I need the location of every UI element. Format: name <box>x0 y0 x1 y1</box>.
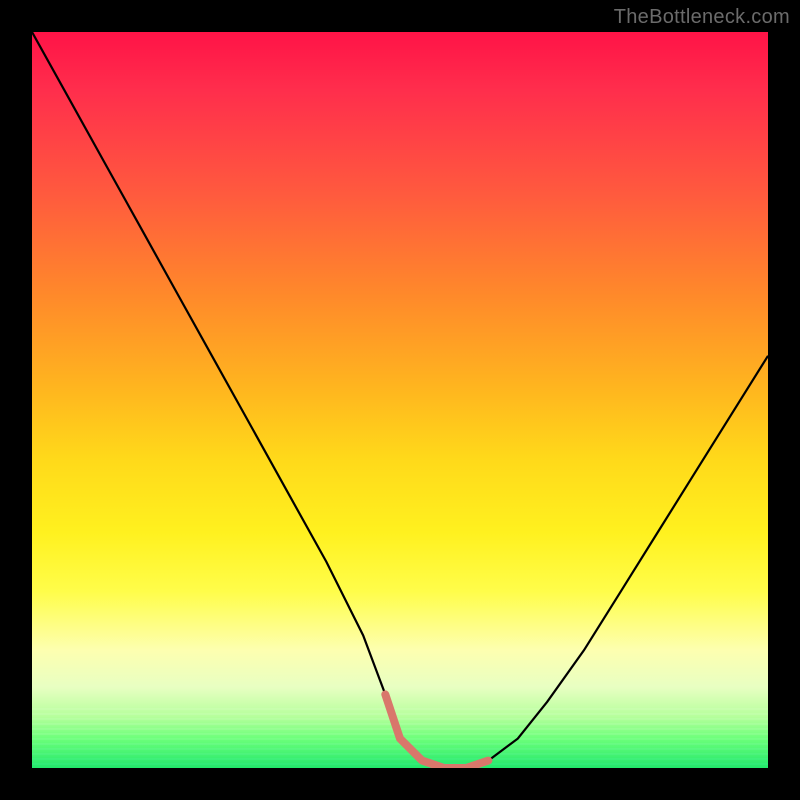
optimal-range-highlight <box>385 694 488 768</box>
plot-area <box>32 32 768 768</box>
bottleneck-curve <box>32 32 768 768</box>
bottleneck-curve-path <box>32 32 768 768</box>
curve-layer <box>32 32 768 768</box>
watermark-text: TheBottleneck.com <box>614 6 790 29</box>
optimal-range-highlight-path <box>385 694 488 768</box>
chart-frame: TheBottleneck.com <box>0 0 800 800</box>
